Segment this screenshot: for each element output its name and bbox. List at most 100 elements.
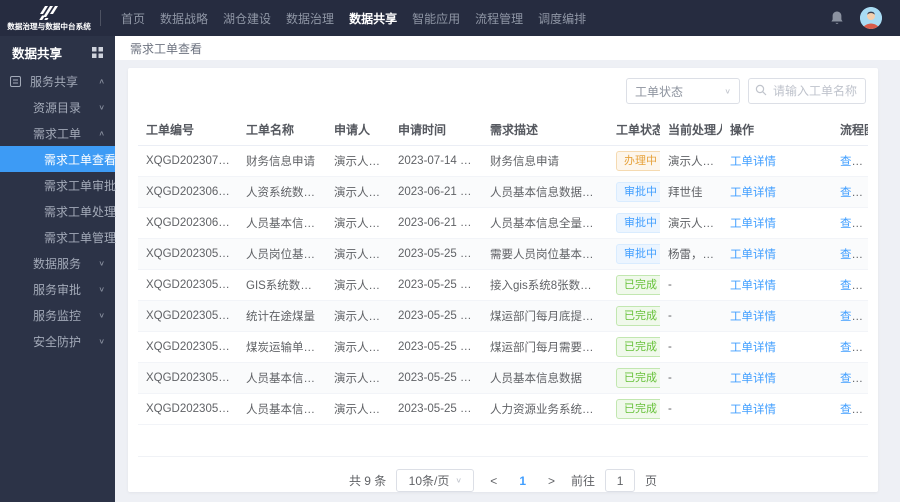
- column-header: 工单状态: [608, 114, 660, 146]
- sidebar-item[interactable]: 服务监控 ∨: [0, 302, 115, 328]
- order-name-cell: 人员基本信息工单: [238, 207, 326, 239]
- sidebar-item[interactable]: 服务共享 ∧: [0, 68, 115, 94]
- order-detail-link[interactable]: 工单详情: [730, 187, 776, 199]
- description-cell: 人力资源业务系统中人员基本信息...: [482, 393, 608, 425]
- apply-time-cell: 2023-05-25 14:03:17: [390, 269, 482, 301]
- applicant-cell: 演示人员6: [326, 207, 390, 239]
- chevron-down-icon: ∨: [98, 284, 105, 293]
- order-id-cell: XQGD202307143143: [138, 145, 238, 177]
- main-nav: 首页 数据战略 湖仓建设 数据治理 数据共享 智能应用 流程管理 调度编排: [121, 10, 586, 27]
- apply-time-cell: 2023-05-25 14:37:30: [390, 238, 482, 270]
- flow-cell: 查看: [832, 331, 868, 363]
- handler-cell: -: [660, 331, 722, 363]
- sidebar-item-label: 服务监控: [33, 308, 82, 323]
- nav-item[interactable]: 湖仓建设: [223, 10, 271, 27]
- app-root: 数据治理与数据中台系统 首页 数据战略 湖仓建设 数据治理 数据共享 智能应用 流程管理 调度…: [0, 0, 900, 502]
- flow-view-link[interactable]: 查看: [840, 218, 863, 230]
- flow-view-link[interactable]: 查看: [840, 404, 863, 416]
- sidebar-item-label: 需求工单查看: [44, 152, 117, 167]
- sidebar-item[interactable]: 需求工单查看: [0, 146, 117, 172]
- description-cell: 接入gis系统8张数据表: [482, 269, 608, 301]
- flow-cell: 查看: [832, 238, 868, 270]
- table-row: XQGD202305259313人员岗位基本信息数据...演示人员62023-0…: [138, 238, 868, 270]
- flow-view-link[interactable]: 查看: [840, 342, 863, 354]
- action-cell: 工单详情: [722, 331, 832, 363]
- order-name-cell: 人员基本信息数据需求...: [238, 393, 326, 425]
- status-badge: 审批中: [616, 244, 660, 264]
- status-cell: 已完成: [608, 393, 660, 425]
- order-detail-link[interactable]: 工单详情: [730, 156, 776, 168]
- bell-icon[interactable]: [830, 10, 844, 26]
- flow-view-link[interactable]: 查看: [840, 373, 863, 385]
- flow-view-link[interactable]: 查看: [840, 249, 863, 261]
- sidebar-item[interactable]: 安全防护 ∨: [0, 328, 115, 354]
- sidebar-item-label: 需求工单审批: [44, 178, 117, 193]
- sidebar-item[interactable]: 需求工单审批: [0, 172, 117, 198]
- table-row: XQGD202305191947人员基本信息数据服务...演示人员62023-0…: [138, 362, 868, 394]
- chevron-up-icon: ∧: [98, 76, 105, 85]
- action-cell: 工单详情: [722, 300, 832, 332]
- status-badge: 已完成: [616, 306, 660, 326]
- status-cell: 已完成: [608, 300, 660, 332]
- status-badge: 已完成: [616, 368, 660, 388]
- nav-item[interactable]: 数据战略: [160, 10, 208, 27]
- handler-cell: 杨雷，演示人...: [660, 238, 722, 270]
- nav-item[interactable]: 首页: [121, 10, 145, 27]
- order-name-cell: 人资系统数据需求: [238, 176, 326, 208]
- nav-item[interactable]: 流程管理: [475, 10, 523, 27]
- page-size-select[interactable]: 10条/页 ∨: [396, 469, 475, 492]
- order-detail-link[interactable]: 工单详情: [730, 373, 776, 385]
- description-cell: 财务信息申请: [482, 145, 608, 177]
- search-box: [748, 78, 866, 104]
- sidebar-item[interactable]: 数据服务 ∨: [0, 250, 115, 276]
- sidebar-item[interactable]: 需求工单处理: [0, 198, 116, 224]
- description-cell: 煤运部门每月需要将统计汇总的运...: [482, 331, 608, 363]
- sidebar-item[interactable]: 需求工单 ∧: [0, 120, 115, 146]
- flow-cell: 查看: [832, 176, 868, 208]
- user-avatar[interactable]: [860, 7, 882, 29]
- order-detail-link[interactable]: 工单详情: [730, 280, 776, 292]
- status-filter-select[interactable]: 工单状态 ∨: [626, 78, 740, 104]
- nav-divider: [100, 10, 101, 26]
- nav-item[interactable]: 数据治理: [286, 10, 334, 27]
- current-page[interactable]: 1: [513, 474, 532, 488]
- table-row: XQGD202305251328GIS系统数据服务演示人员62023-05-25…: [138, 269, 868, 301]
- description-cell: 人员基本信息全量数据: [482, 207, 608, 239]
- table-row: XQGD202306212434人员基本信息工单演示人员62023-06-21 …: [138, 207, 868, 239]
- nav-item[interactable]: 智能应用: [412, 10, 460, 27]
- sidebar-item-label: 安全防护: [33, 334, 82, 349]
- flow-view-link[interactable]: 查看: [840, 187, 863, 199]
- next-page-button[interactable]: >: [542, 474, 561, 488]
- order-id-cell: XQGD202305259264: [138, 393, 238, 425]
- page-size-label: 10条/页: [408, 474, 450, 488]
- order-detail-link[interactable]: 工单详情: [730, 218, 776, 230]
- description-cell: 人员基本信息数据: [482, 362, 608, 394]
- top-navbar: 数据治理与数据中台系统 首页 数据战略 湖仓建设 数据治理 数据共享 智能应用 流程管理 调度…: [0, 0, 900, 36]
- table-row: XQGD202307143143财务信息申请演示人员62023-07-14 13…: [138, 145, 868, 177]
- sidebar-item[interactable]: 需求工单管理: [0, 224, 117, 250]
- prev-page-button[interactable]: <: [484, 474, 503, 488]
- order-detail-link[interactable]: 工单详情: [730, 404, 776, 416]
- goto-page-input[interactable]: [605, 469, 636, 492]
- order-detail-link[interactable]: 工单详情: [730, 342, 776, 354]
- sidebar-item[interactable]: 服务审批 ∨: [0, 276, 115, 302]
- nav-item[interactable]: 数据共享: [349, 10, 397, 27]
- flow-view-link[interactable]: 查看: [840, 280, 863, 292]
- action-cell: 工单详情: [722, 145, 832, 177]
- filter-row: 工单状态 ∨: [128, 68, 878, 114]
- sidebar-item[interactable]: 资源目录 ∨: [0, 94, 115, 120]
- app-logo: 数据治理与数据中台系统: [0, 4, 98, 32]
- grid-icon[interactable]: [92, 46, 103, 58]
- flow-view-link[interactable]: 查看: [840, 156, 863, 168]
- flow-view-link[interactable]: 查看: [840, 311, 863, 323]
- table-row: XQGD202306216193人资系统数据需求演示人员62023-06-21 …: [138, 176, 868, 208]
- action-cell: 工单详情: [722, 207, 832, 239]
- order-detail-link[interactable]: 工单详情: [730, 249, 776, 261]
- nav-item[interactable]: 调度编排: [538, 10, 586, 27]
- flow-cell: 查看: [832, 269, 868, 301]
- handler-cell: 拜世佳: [660, 176, 722, 208]
- sidebar-item-label: 需求工单管理: [44, 230, 117, 245]
- chevron-down-icon: ∨: [724, 86, 731, 95]
- order-detail-link[interactable]: 工单详情: [730, 311, 776, 323]
- apply-time-cell: 2023-06-21 13:48:05: [390, 176, 482, 208]
